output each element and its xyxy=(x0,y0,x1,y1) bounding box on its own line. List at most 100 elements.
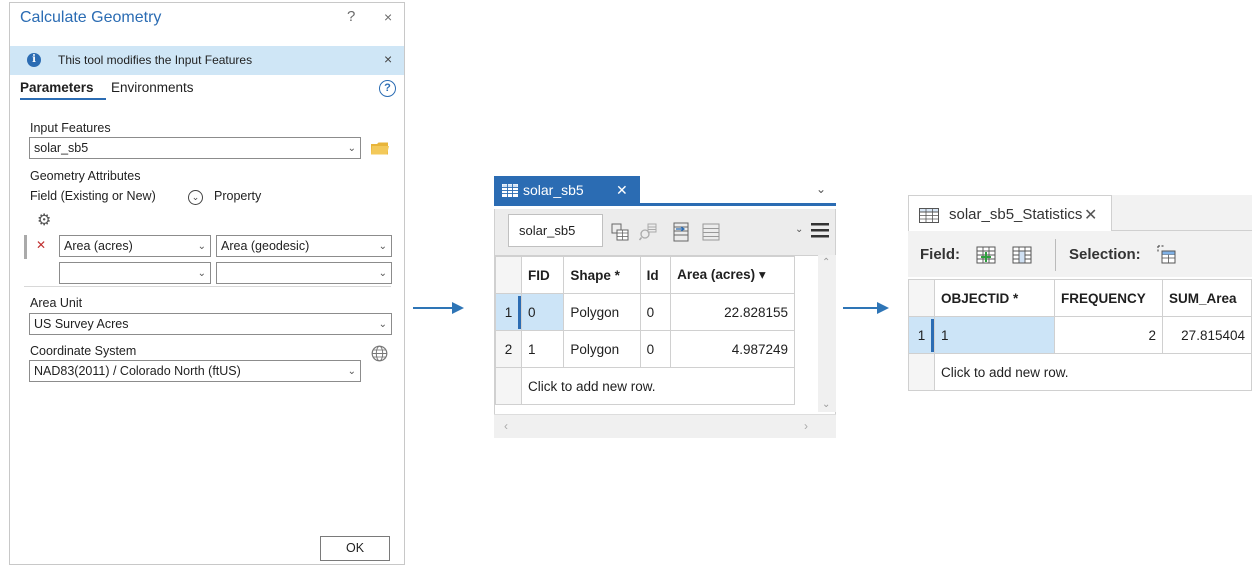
input-features-dropdown[interactable]: solar_sb5 ⌄ xyxy=(29,137,361,159)
property-dropdown-1[interactable]: Area (geodesic) ⌄ xyxy=(216,235,392,257)
table-body-area: FID Shape * Id Area (acres) ▾ 1 0 Polygo… xyxy=(494,255,836,438)
cell[interactable]: 22.828155 xyxy=(670,293,795,331)
property-dropdown-2[interactable]: ⌄ xyxy=(216,262,392,284)
chevron-down-icon: ⌄ xyxy=(347,143,356,154)
property-value-1: Area (geodesic) xyxy=(221,239,310,253)
row-header xyxy=(908,353,935,391)
pane-title: Calculate Geometry xyxy=(20,9,162,26)
info-message: This tool modifies the Input Features xyxy=(58,53,253,67)
divider xyxy=(24,286,391,287)
area-unit-label: Area Unit xyxy=(30,296,83,310)
input-features-label: Input Features xyxy=(30,121,111,135)
field-dropdown-2[interactable]: ⌄ xyxy=(59,262,211,284)
toolbar-divider xyxy=(1055,239,1056,271)
gear-icon[interactable]: ⚙ xyxy=(37,210,51,230)
table-row[interactable]: 2 1 Polygon 0 4.987249 xyxy=(495,330,795,368)
tab-solar-sb5-statistics[interactable]: solar_sb5_Statistics ✕ xyxy=(908,195,1112,232)
table-body-area: OBJECTID * FREQUENCY SUM_Area 1 1 2 27.8… xyxy=(908,279,1252,410)
chevron-down-icon: ⌄ xyxy=(197,268,206,279)
field-label: Field: xyxy=(920,246,960,263)
area-unit-dropdown[interactable]: US Survey Acres ⌄ xyxy=(29,313,392,335)
chevron-down-icon: ⌄ xyxy=(197,241,206,252)
corner-cell xyxy=(495,256,522,294)
cell[interactable]: 2 xyxy=(1053,316,1164,354)
table-row[interactable]: 1 0 Polygon 0 22.828155 xyxy=(495,293,795,331)
current-row-marker xyxy=(518,296,521,329)
cell[interactable]: 0 xyxy=(520,293,565,331)
vertical-scrollbar[interactable]: ⌃ ⌄ xyxy=(818,255,836,412)
cell[interactable]: 1 xyxy=(934,316,1055,354)
chevron-down-icon[interactable]: ⌄ xyxy=(816,182,826,196)
help-icon[interactable]: ? xyxy=(347,8,355,25)
column-header[interactable]: OBJECTID * xyxy=(934,279,1055,317)
cell[interactable]: 0 xyxy=(639,293,672,331)
attribute-table-statistics: solar_sb5_Statistics ✕ Field: Selection:… xyxy=(908,195,1252,410)
add-row-cell[interactable]: Click to add new row. xyxy=(521,367,795,405)
coordinate-system-dropdown[interactable]: NAD83(2011) / Colorado North (ftUS) ⌄ xyxy=(29,360,361,382)
column-header[interactable]: Id xyxy=(639,256,672,294)
info-icon: i xyxy=(27,53,41,67)
globe-icon[interactable] xyxy=(371,345,388,362)
tab-solar-sb5[interactable]: solar_sb5 ✕ xyxy=(494,176,640,206)
tooltip: solar_sb5 xyxy=(508,214,603,247)
help-circle-icon[interactable]: ? xyxy=(379,80,396,97)
remove-row-icon[interactable]: ✕ xyxy=(36,238,46,252)
expand-chevron-icon[interactable]: ⌄ xyxy=(188,190,203,205)
switch-selection-icon[interactable] xyxy=(672,222,690,242)
coordinate-system-label: Coordinate System xyxy=(30,344,137,358)
cell[interactable]: 27.815404 xyxy=(1162,316,1252,354)
overflow-chevron-icon[interactable]: ⌄ xyxy=(795,224,803,235)
corner-cell xyxy=(908,279,935,317)
table-row[interactable]: 1 1 2 27.815404 xyxy=(908,316,1252,354)
cell[interactable]: 0 xyxy=(639,330,672,368)
column-header[interactable]: Shape * xyxy=(563,256,641,294)
column-header[interactable]: SUM_Area xyxy=(1162,279,1252,317)
geometry-attributes-label: Geometry Attributes xyxy=(30,169,141,183)
calculate-field-icon[interactable] xyxy=(611,223,629,241)
zoom-selection-icon[interactable] xyxy=(639,223,657,241)
tab-parameters[interactable]: Parameters xyxy=(20,80,94,95)
cell[interactable]: Polygon xyxy=(563,330,641,368)
arrow-1-line xyxy=(413,307,453,309)
horizontal-scrollbar[interactable]: ‹ › xyxy=(494,414,836,438)
column-header[interactable]: FREQUENCY xyxy=(1053,279,1164,317)
active-tab-indicator xyxy=(20,98,106,100)
add-row-cell[interactable]: Click to add new row. xyxy=(934,353,1252,391)
row-header[interactable]: 1 xyxy=(495,293,522,331)
chevron-down-icon: ⌄ xyxy=(347,366,356,377)
add-row[interactable]: Click to add new row. xyxy=(495,367,795,405)
close-icon[interactable]: × xyxy=(384,9,392,25)
current-row-marker xyxy=(931,319,934,352)
row-header[interactable]: 1 xyxy=(908,316,935,354)
calculate-field-icon[interactable] xyxy=(1012,246,1032,264)
column-header[interactable]: Area (acres) ▾ xyxy=(670,256,795,294)
arrow-2-line xyxy=(843,307,878,309)
cell[interactable]: Polygon xyxy=(563,293,641,331)
tab-environments[interactable]: Environments xyxy=(111,80,194,95)
chevron-down-icon: ⌄ xyxy=(378,268,387,279)
field-column-label: Field (Existing or New) xyxy=(30,189,156,203)
close-tab-icon[interactable]: ✕ xyxy=(616,182,628,199)
coordinate-system-value: NAD83(2011) / Colorado North (ftUS) xyxy=(34,364,241,378)
header-row: FID Shape * Id Area (acres) ▾ xyxy=(495,256,795,294)
header-row: OBJECTID * FREQUENCY SUM_Area xyxy=(908,279,1252,317)
row-header[interactable]: 2 xyxy=(495,330,522,368)
close-tab-icon[interactable]: ✕ xyxy=(1084,205,1097,225)
field-value-1: Area (acres) xyxy=(64,239,133,253)
data-grid: FID Shape * Id Area (acres) ▾ 1 0 Polygo… xyxy=(495,256,795,405)
column-header[interactable]: FID xyxy=(520,256,565,294)
tab-label: solar_sb5 xyxy=(523,182,584,198)
dismiss-info-icon[interactable]: × xyxy=(384,51,392,67)
add-field-icon[interactable] xyxy=(976,246,996,264)
menu-icon[interactable] xyxy=(811,222,829,238)
select-by-attributes-icon[interactable] xyxy=(1156,244,1176,264)
arrow-2-head xyxy=(877,302,889,314)
add-row[interactable]: Click to add new row. xyxy=(908,353,1252,391)
cell[interactable]: 1 xyxy=(520,330,565,368)
folder-icon[interactable] xyxy=(371,142,389,155)
cell[interactable]: 4.987249 xyxy=(670,330,795,368)
data-grid: OBJECTID * FREQUENCY SUM_Area 1 1 2 27.8… xyxy=(908,279,1252,391)
field-dropdown-1[interactable]: Area (acres) ⌄ xyxy=(59,235,211,257)
ok-button[interactable]: OK xyxy=(320,536,390,561)
clear-selection-icon[interactable] xyxy=(702,223,720,241)
